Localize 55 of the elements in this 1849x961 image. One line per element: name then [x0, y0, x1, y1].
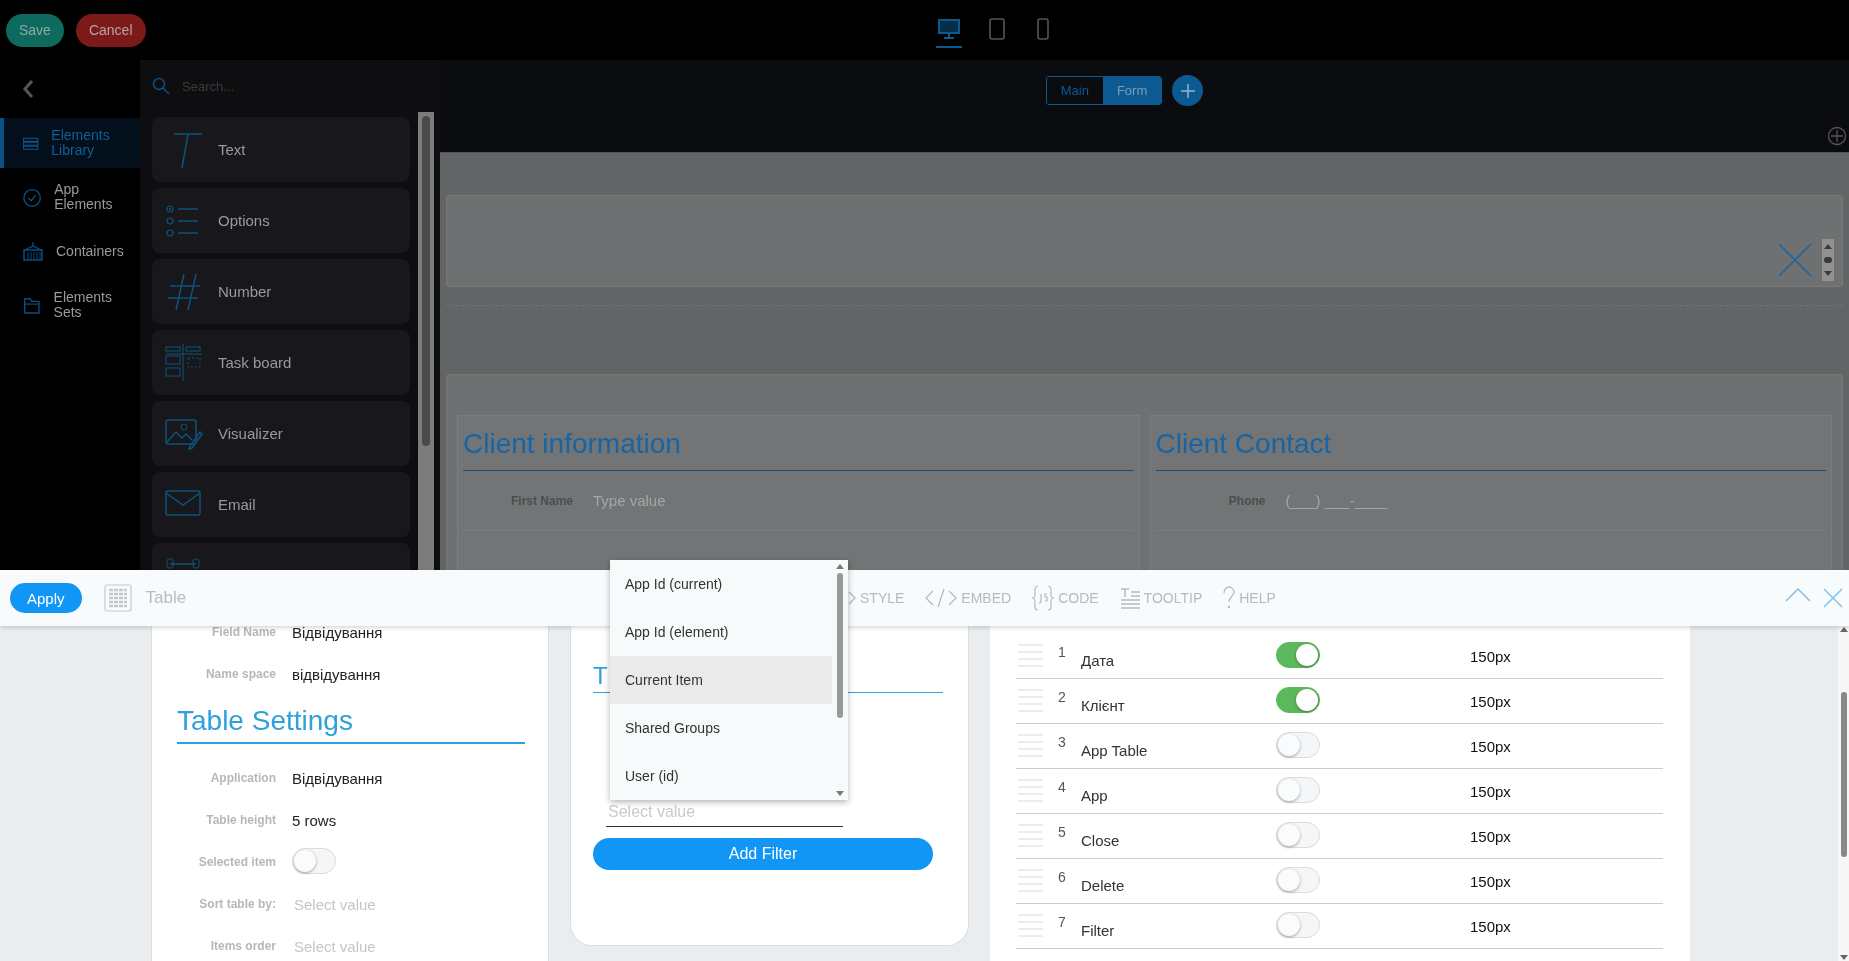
column-name: App	[1081, 786, 1109, 804]
field-label: Application	[209, 771, 276, 785]
input-field[interactable]: (___) ___-____	[1283, 491, 1584, 510]
row-number: 7	[1058, 914, 1067, 930]
dropdown-option[interactable]: Shared Groups	[610, 704, 832, 752]
field-label: Selected item	[197, 855, 276, 869]
column-width: 150px	[1470, 827, 1512, 845]
field-value: Відвідування	[292, 626, 384, 641]
section-title: Client information	[463, 416, 1134, 471]
field-value: Відвідування	[292, 769, 384, 787]
element-type: Table	[145, 588, 187, 608]
field-value: відвідування	[292, 665, 382, 683]
select-field[interactable]: Select value	[292, 894, 524, 914]
dropdown-option[interactable]: Current Item	[610, 656, 832, 704]
element-card[interactable]: Task board	[152, 330, 410, 395]
sidebar-item[interactable]: Containers	[0, 226, 140, 276]
dropdown-option[interactable]: User (id)	[610, 752, 832, 800]
field-label: Sort table by:	[198, 897, 276, 911]
column-name: Delete	[1081, 876, 1126, 894]
column-width: 150px	[1470, 737, 1512, 755]
dropdown-option[interactable]: App Id (element)	[610, 608, 832, 656]
column-width: 150px	[1470, 647, 1512, 665]
section-title: Table Settings	[177, 705, 525, 744]
element-card[interactable]: Text	[152, 117, 410, 182]
section-title: Client Contact	[1155, 416, 1826, 471]
sidebar-item[interactable]: App Elements	[0, 172, 140, 222]
column-name: App Table	[1081, 741, 1149, 759]
row-number: 4	[1058, 779, 1067, 795]
row-number: 1	[1058, 644, 1067, 660]
column-width: 150px	[1470, 692, 1512, 710]
field-label: Field Name	[210, 626, 276, 639]
row-number: 5	[1058, 824, 1067, 840]
column-width: 150px	[1470, 872, 1512, 890]
dropdown-option[interactable]: App Id (current)	[610, 560, 832, 608]
element-card[interactable]: Email	[152, 472, 410, 537]
column-width: 150px	[1470, 782, 1512, 800]
field-label: Name space	[204, 667, 276, 681]
field-value: 5 rows	[292, 811, 338, 829]
cancel-button[interactable]: Cancel	[75, 13, 146, 47]
row-number: 2	[1058, 689, 1067, 705]
element-card[interactable]: Number	[152, 259, 410, 324]
select-field[interactable]: Select value	[292, 936, 524, 956]
column-name: Filter	[1081, 921, 1116, 939]
element-card[interactable]: Options	[152, 188, 410, 253]
row-number: 6	[1058, 869, 1067, 885]
element-card[interactable]: Visualizer	[152, 401, 410, 466]
row-number: 3	[1058, 734, 1067, 750]
section-title: T	[593, 662, 608, 689]
column-name: Дата	[1081, 651, 1116, 669]
column-width: 150px	[1470, 917, 1512, 935]
field-label: Table height	[205, 813, 276, 827]
sidebar-item[interactable]: Elements Sets	[0, 280, 140, 330]
column-name: Клієнт	[1081, 696, 1126, 714]
column-name: Close	[1081, 831, 1121, 849]
field-label: Items order	[209, 939, 276, 953]
